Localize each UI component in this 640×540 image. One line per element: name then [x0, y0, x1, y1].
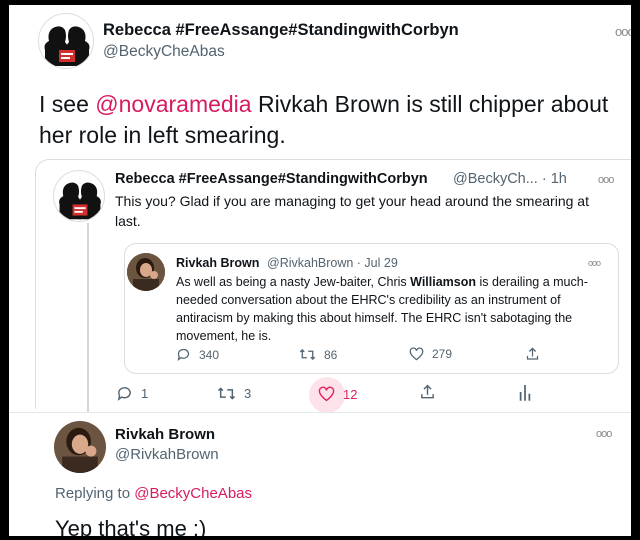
inner-retweet-button[interactable]: 86: [299, 347, 337, 362]
inner-tweet-text: As well as being a nasty Jew-baiter, Chr…: [176, 273, 606, 345]
replying-to: Replying to @BeckyCheAbas: [55, 485, 252, 502]
tweet-author-name[interactable]: Rebecca #FreeAssange#StandingwithCorbyn: [103, 21, 459, 40]
avatar-rebecca[interactable]: [38, 13, 94, 69]
inner-like-count: 279: [432, 347, 453, 361]
share-button[interactable]: [419, 383, 436, 401]
more-icon[interactable]: ooo: [588, 259, 601, 268]
quoted-tweet-text: This you? Glad if you are managing to ge…: [115, 193, 589, 229]
retweet-icon: [217, 387, 236, 400]
replying-to-prefix: Replying to: [55, 485, 135, 502]
reply-count: 1: [141, 386, 149, 401]
inner-reply-button[interactable]: 340: [176, 347, 219, 362]
reply-icon: [177, 348, 190, 361]
inner-handle-date[interactable]: @RivkahBrown · Jul 29: [267, 256, 398, 270]
more-icon[interactable]: ooo: [615, 25, 631, 38]
reply-author-handle[interactable]: @RivkahBrown: [115, 446, 219, 463]
retweet-count: 3: [244, 386, 252, 401]
retweet-button[interactable]: 3: [217, 385, 251, 402]
more-icon[interactable]: ooo: [596, 429, 612, 440]
thread-line: [87, 223, 89, 413]
quoted-author-name[interactable]: Rebecca #FreeAssange#StandingwithCorbyn: [115, 171, 428, 187]
tweet-text: I see @novaramedia Rivkah Brown is still…: [39, 89, 631, 151]
inner-text-before: As well as being a nasty Jew-baiter, Chr…: [176, 275, 411, 289]
share-icon: [526, 347, 539, 360]
inner-like-button[interactable]: 279: [409, 347, 452, 361]
reply-text: Yep that's me :): [55, 516, 207, 536]
heart-icon: [409, 347, 424, 361]
inner-text-bold: Williamson: [410, 275, 477, 289]
like-count: 12: [343, 386, 358, 402]
inner-share-button[interactable]: [525, 346, 540, 362]
analytics-icon: [519, 385, 531, 401]
divider: [9, 412, 631, 413]
avatar-rivkah[interactable]: [54, 421, 106, 473]
mention-link[interactable]: @novaramedia: [95, 91, 251, 117]
share-icon: [421, 384, 434, 399]
avatar-rivkah-inner[interactable]: [127, 253, 165, 291]
quoted-handle-time[interactable]: @BeckyCh... · 1h: [453, 171, 567, 187]
like-button[interactable]: 12: [318, 386, 357, 402]
avatar-rebecca-quoted[interactable]: [53, 170, 105, 222]
analytics-button[interactable]: [518, 383, 532, 401]
inner-author-name[interactable]: Rivkah Brown: [176, 256, 259, 270]
more-icon[interactable]: ooo: [598, 175, 614, 186]
heart-icon: [318, 386, 335, 402]
reply-author-name[interactable]: Rivkah Brown: [115, 426, 215, 443]
reply-icon: [117, 387, 131, 401]
reply-button[interactable]: 1: [116, 385, 148, 402]
tweet-text-prefix: I see: [39, 91, 96, 117]
replying-to-handle[interactable]: @BeckyCheAbas: [134, 485, 252, 502]
inner-retweet-count: 86: [324, 347, 338, 362]
inner-reply-count: 340: [199, 347, 220, 362]
screenshot-frame: Rebecca #FreeAssange#StandingwithCorbyn …: [9, 5, 631, 536]
tweet-author-handle[interactable]: @BeckyCheAbas: [103, 43, 225, 61]
retweet-icon: [299, 348, 316, 361]
